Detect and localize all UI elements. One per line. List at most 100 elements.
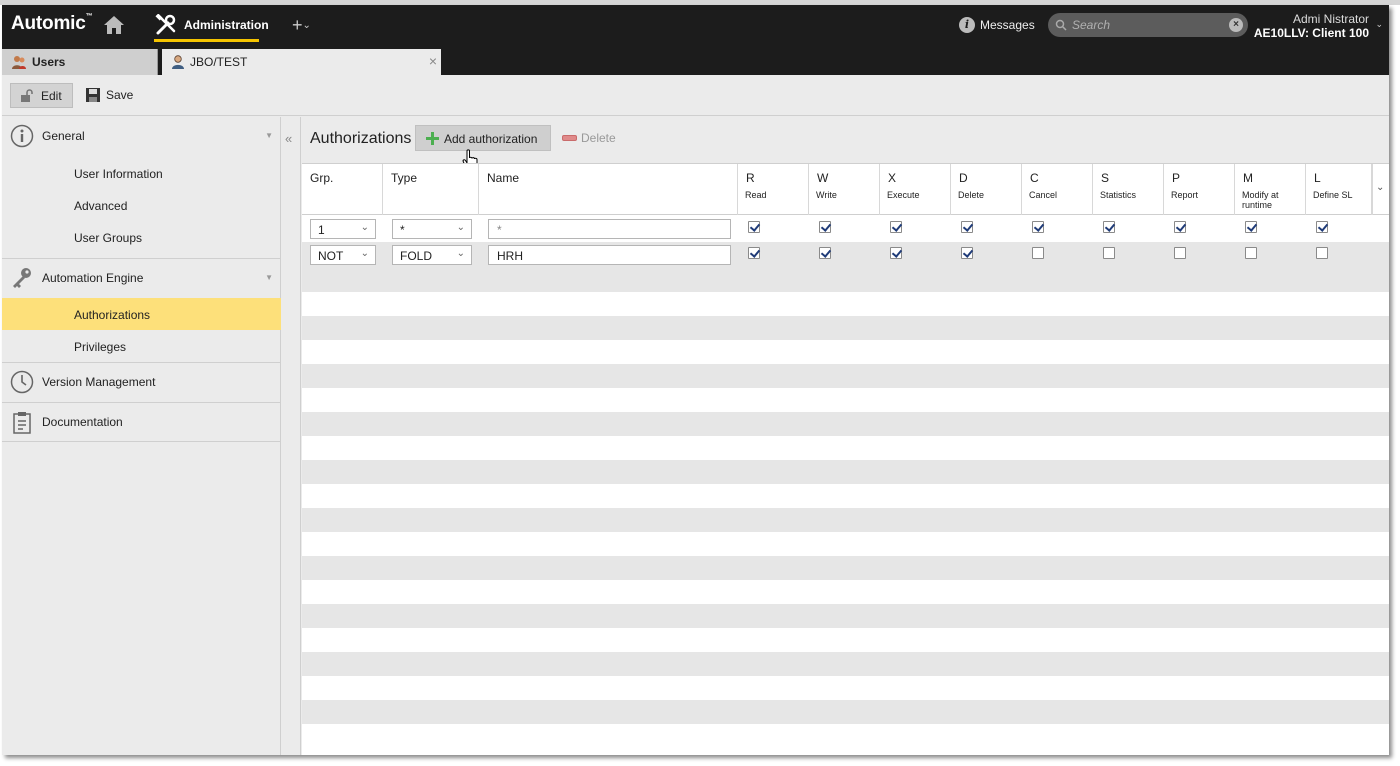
- name-field[interactable]: HRH: [488, 245, 731, 265]
- plus-icon: [426, 132, 439, 145]
- column-header[interactable]: C Cancel: [1022, 164, 1093, 215]
- messages-link[interactable]: Messages: [980, 18, 1035, 32]
- type-select[interactable]: * ⌄: [392, 219, 472, 239]
- sidebar-item-authorizations[interactable]: Authorizations: [2, 298, 281, 330]
- permission-checkbox[interactable]: [1103, 221, 1115, 233]
- column-header[interactable]: X Execute: [880, 164, 951, 215]
- column-header[interactable]: Type: [383, 164, 479, 215]
- permission-checkbox[interactable]: [1032, 247, 1044, 259]
- add-module-button[interactable]: +⌄: [292, 15, 311, 36]
- caret-down-icon: ▼: [265, 273, 273, 282]
- group-select[interactable]: NOT ⌄: [310, 245, 376, 265]
- app-window: Automic™ Administration +⌄ i Messages × …: [2, 5, 1389, 755]
- permission-checkbox[interactable]: [1316, 247, 1328, 259]
- table-row[interactable]: 1 ⌄ * ⌄ *: [302, 216, 1389, 242]
- empty-table-row: [302, 724, 1389, 748]
- home-icon[interactable]: [102, 14, 126, 36]
- name-field[interactable]: *: [488, 219, 731, 239]
- info-icon[interactable]: i: [959, 17, 975, 33]
- client-label[interactable]: AE10LLV: Client 100: [1254, 26, 1369, 40]
- delete-label: Delete: [581, 131, 616, 145]
- sidebar-item-privileges[interactable]: Privileges: [2, 330, 281, 362]
- sidebar-section-version-management[interactable]: Version Management: [2, 363, 281, 401]
- sidebar-section-automation-engine[interactable]: Automation Engine ▼: [2, 259, 281, 297]
- divider: [2, 441, 281, 442]
- add-authorization-button[interactable]: Add authorization: [415, 125, 551, 151]
- sidebar-item-label: User Information: [74, 167, 163, 181]
- page-title: Authorizations: [310, 130, 412, 147]
- top-bar: Automic™ Administration +⌄ i Messages × …: [2, 5, 1389, 49]
- add-authorization-label: Add authorization: [444, 132, 538, 146]
- tab-users[interactable]: Users: [2, 49, 158, 75]
- permission-checkbox[interactable]: [748, 221, 760, 233]
- section-label: Automation Engine: [42, 271, 144, 285]
- sidebar-item-advanced[interactable]: Advanced: [2, 189, 281, 221]
- type-select[interactable]: FOLD ⌄: [392, 245, 472, 265]
- module-tab-administration[interactable]: Administration: [184, 18, 269, 32]
- search-box[interactable]: ×: [1048, 13, 1248, 37]
- column-header[interactable]: D Delete: [951, 164, 1022, 215]
- chevron-down-icon: ⌄: [456, 248, 465, 259]
- permission-checkbox[interactable]: [961, 221, 973, 233]
- permission-checkbox[interactable]: [748, 247, 760, 259]
- permission-checkbox[interactable]: [890, 247, 902, 259]
- permission-checkbox[interactable]: [1174, 247, 1186, 259]
- caret-down-icon: ▼: [265, 131, 273, 140]
- permission-checkbox[interactable]: [1103, 247, 1115, 259]
- group-select[interactable]: 1 ⌄: [310, 219, 376, 239]
- column-header[interactable]: Name: [479, 164, 738, 215]
- empty-table-row: [302, 556, 1389, 580]
- close-tab-icon[interactable]: ×: [429, 53, 437, 69]
- info-icon: [10, 124, 34, 148]
- active-module-indicator: [154, 39, 259, 42]
- permission-checkbox[interactable]: [819, 221, 831, 233]
- column-header[interactable]: P Report: [1164, 164, 1235, 215]
- empty-table-row: [302, 436, 1389, 460]
- sidebar-item-label: Privileges: [74, 340, 127, 354]
- column-menu-button[interactable]: ⌄: [1372, 164, 1389, 215]
- save-button[interactable]: Save: [84, 84, 144, 107]
- permission-checkbox[interactable]: [1245, 247, 1257, 259]
- empty-table-row: [302, 484, 1389, 508]
- clear-search-icon[interactable]: ×: [1229, 18, 1243, 32]
- column-header[interactable]: L Define SL: [1306, 164, 1372, 215]
- column-header[interactable]: S Statistics: [1093, 164, 1164, 215]
- permission-checkbox[interactable]: [1174, 221, 1186, 233]
- user-menu-chevron-icon[interactable]: ⌄: [1375, 19, 1383, 30]
- collapse-sidebar-button[interactable]: «: [282, 117, 301, 755]
- permission-checkbox[interactable]: [1316, 221, 1328, 233]
- column-header[interactable]: Grp.: [302, 164, 383, 215]
- unlock-icon: [21, 89, 33, 102]
- permission-checkbox[interactable]: [890, 221, 902, 233]
- empty-table-row: [302, 604, 1389, 628]
- chevron-down-icon: ⌄: [360, 222, 369, 233]
- search-input[interactable]: [1072, 16, 1222, 34]
- edit-button[interactable]: Edit: [10, 83, 73, 108]
- column-header-label: R: [746, 171, 755, 185]
- sidebar-section-general[interactable]: General ▼: [2, 117, 281, 155]
- chevron-down-icon: ⌄: [360, 248, 369, 259]
- column-header[interactable]: R Read: [738, 164, 809, 215]
- tab-jbo-test[interactable]: JBO/TEST ×: [162, 49, 441, 75]
- sidebar-item-user-information[interactable]: User Information: [2, 157, 281, 189]
- empty-table-row: [302, 412, 1389, 436]
- delete-button[interactable]: Delete: [559, 125, 639, 151]
- logo-trademark: ™: [85, 13, 93, 20]
- column-header-label: Type: [391, 171, 418, 185]
- permission-checkbox[interactable]: [819, 247, 831, 259]
- empty-table-row: [302, 316, 1389, 340]
- column-header[interactable]: M Modify at runtime: [1235, 164, 1306, 215]
- sidebar-section-documentation[interactable]: Documentation: [2, 403, 281, 441]
- permission-checkbox[interactable]: [1032, 221, 1044, 233]
- sidebar-item-user-groups[interactable]: User Groups: [2, 221, 281, 253]
- permission-checkbox[interactable]: [961, 247, 973, 259]
- table-row[interactable]: NOT ⌄ FOLD ⌄ HRH: [302, 242, 1389, 268]
- tab-users-label: Users: [32, 55, 66, 69]
- column-header[interactable]: W Write: [809, 164, 880, 215]
- name-field-value: *: [497, 223, 502, 237]
- column-header-description: Read: [745, 190, 767, 200]
- column-header-description: Delete: [958, 190, 985, 200]
- empty-table-row: [302, 388, 1389, 412]
- permission-checkbox[interactable]: [1245, 221, 1257, 233]
- user-name[interactable]: Admi Nistrator: [1293, 12, 1369, 26]
